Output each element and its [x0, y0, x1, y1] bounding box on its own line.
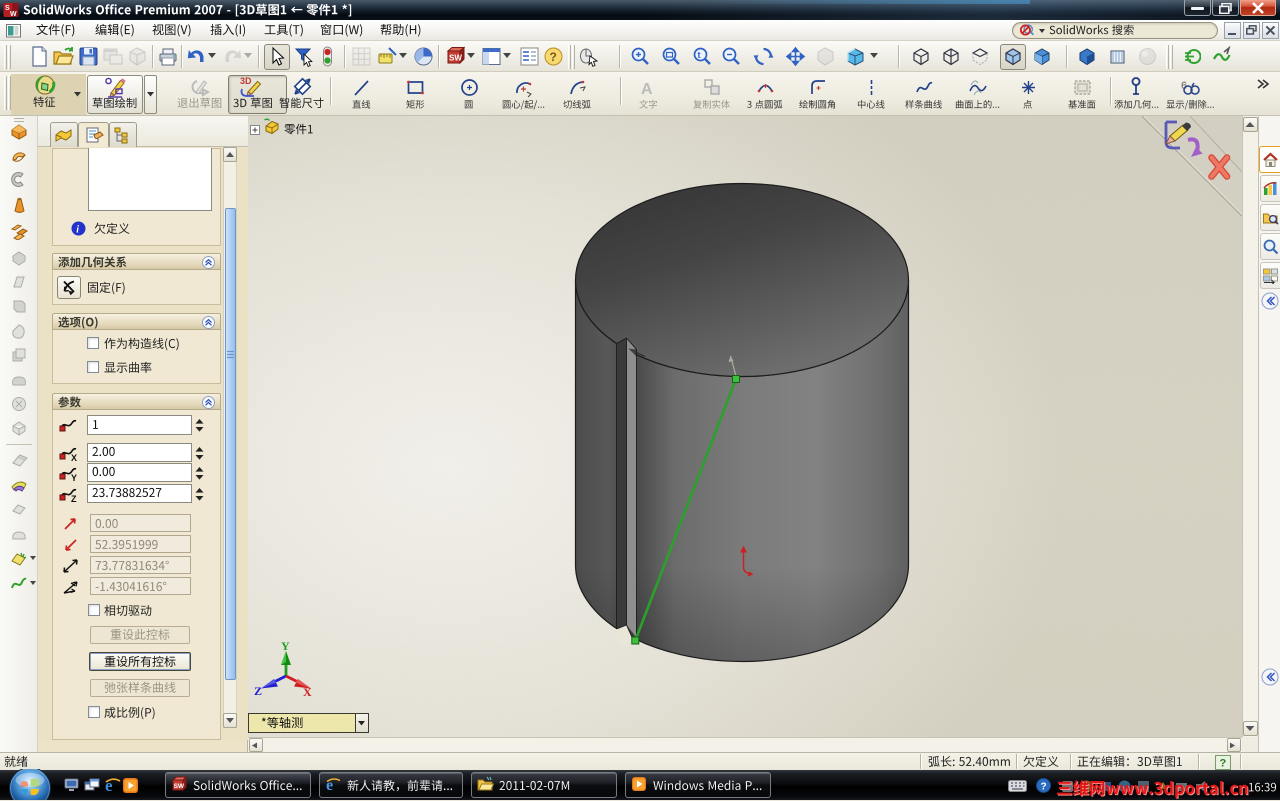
svg-text:X: X	[71, 453, 77, 461]
svg-text:X: X	[303, 685, 312, 698]
svg-text:SW: SW	[174, 783, 185, 790]
svg-text:W: W	[10, 11, 17, 18]
svg-text:Y: Y	[71, 473, 77, 481]
svg-text:i: i	[76, 225, 79, 236]
svg-text:t: t	[698, 50, 701, 60]
svg-text:?: ?	[1220, 757, 1227, 769]
svg-text:Y: Y	[281, 639, 290, 653]
svg-text:?: ?	[1041, 782, 1047, 793]
svg-text:Z: Z	[71, 494, 77, 502]
svg-text:SW: SW	[449, 54, 462, 63]
svg-text:3D: 3D	[240, 76, 252, 86]
svg-text:?: ?	[550, 50, 557, 64]
svg-text:Z: Z	[254, 684, 262, 698]
svg-text:A: A	[641, 81, 653, 98]
